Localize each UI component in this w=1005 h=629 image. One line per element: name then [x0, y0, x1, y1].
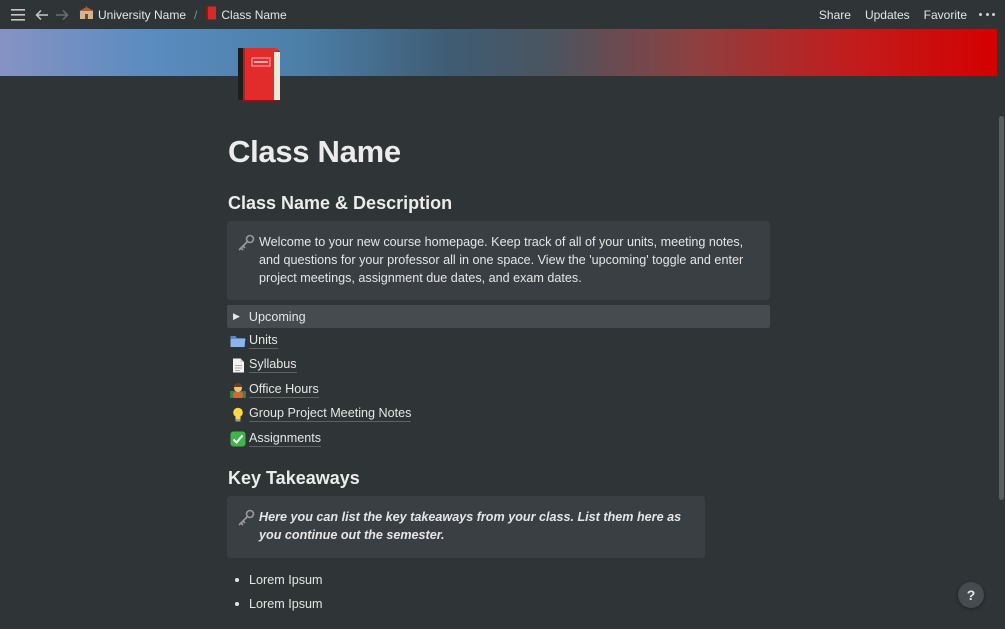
- list-item-text: Lorem Ipsum: [249, 573, 323, 587]
- breadcrumb-label: Class Name: [221, 7, 287, 22]
- topbar-left: University Name / Class Name: [0, 4, 290, 25]
- link-label: Office Hours: [249, 382, 319, 398]
- school-icon: [79, 6, 94, 23]
- page-link-assignments[interactable]: Assignments: [229, 429, 322, 449]
- list-item[interactable]: Lorem Ipsum: [235, 595, 323, 613]
- callout-text: Welcome to your new course homepage. Kee…: [259, 235, 744, 285]
- callout-description[interactable]: Welcome to your new course homepage. Kee…: [227, 221, 770, 300]
- link-label: Group Project Meeting Notes: [249, 406, 412, 422]
- bullet-dot: [235, 578, 239, 582]
- topbar-right: Share Updates Favorite: [805, 8, 1005, 22]
- list-item[interactable]: Lorem Ipsum: [235, 571, 323, 589]
- callout-key-takeaways[interactable]: Here you can list the key takeaways from…: [227, 496, 705, 558]
- key-icon: [237, 508, 255, 546]
- cover-image[interactable]: [0, 29, 997, 76]
- page-link-meeting-notes[interactable]: Group Project Meeting Notes: [229, 404, 412, 424]
- top-bar: University Name / Class Name Share Updat…: [0, 0, 1005, 29]
- link-label: Assignments: [249, 431, 322, 447]
- page-link-syllabus[interactable]: Syllabus: [229, 355, 297, 375]
- scrollbar-thumb[interactable]: [999, 116, 1004, 500]
- bullet-dot: [235, 602, 239, 606]
- callout-text: Here you can list the key takeaways from…: [259, 510, 682, 542]
- link-label: Units: [249, 333, 278, 349]
- breadcrumb-label: University Name: [98, 7, 187, 22]
- help-button[interactable]: ?: [958, 582, 984, 608]
- page-link-office-hours[interactable]: Office Hours: [229, 380, 319, 400]
- section-heading-description[interactable]: Class Name & Description: [228, 193, 452, 214]
- menu-icon[interactable]: [10, 7, 26, 23]
- page-link-units[interactable]: Units: [229, 331, 278, 351]
- list-item-text: Lorem Ipsum: [249, 597, 323, 611]
- breadcrumb-class[interactable]: Class Name: [202, 4, 289, 25]
- check-mark-icon: [229, 431, 247, 447]
- document-icon: [229, 357, 247, 373]
- updates-button[interactable]: Updates: [865, 8, 910, 22]
- forward-arrow-icon[interactable]: [54, 7, 70, 23]
- lightbulb-icon: [229, 406, 247, 422]
- breadcrumb-university[interactable]: University Name: [76, 4, 189, 25]
- breadcrumb-separator: /: [194, 7, 198, 22]
- page-title[interactable]: Class Name: [228, 134, 401, 170]
- red-book-icon[interactable]: [234, 46, 284, 106]
- key-icon: [237, 233, 255, 288]
- toggle-label: Upcoming: [248, 309, 306, 324]
- back-arrow-icon[interactable]: [34, 7, 50, 23]
- folder-icon: [229, 333, 247, 349]
- favorite-button[interactable]: Favorite: [924, 8, 967, 22]
- section-heading-key-takeaways[interactable]: Key Takeaways: [228, 468, 360, 489]
- toggle-arrow-icon[interactable]: ▶: [233, 311, 240, 322]
- more-options-icon[interactable]: [979, 13, 995, 16]
- link-label: Syllabus: [249, 357, 297, 373]
- toggle-upcoming[interactable]: ▶ Upcoming: [227, 305, 770, 328]
- share-button[interactable]: Share: [819, 8, 851, 22]
- teacher-icon: [229, 382, 247, 398]
- red-book-icon: [205, 6, 217, 23]
